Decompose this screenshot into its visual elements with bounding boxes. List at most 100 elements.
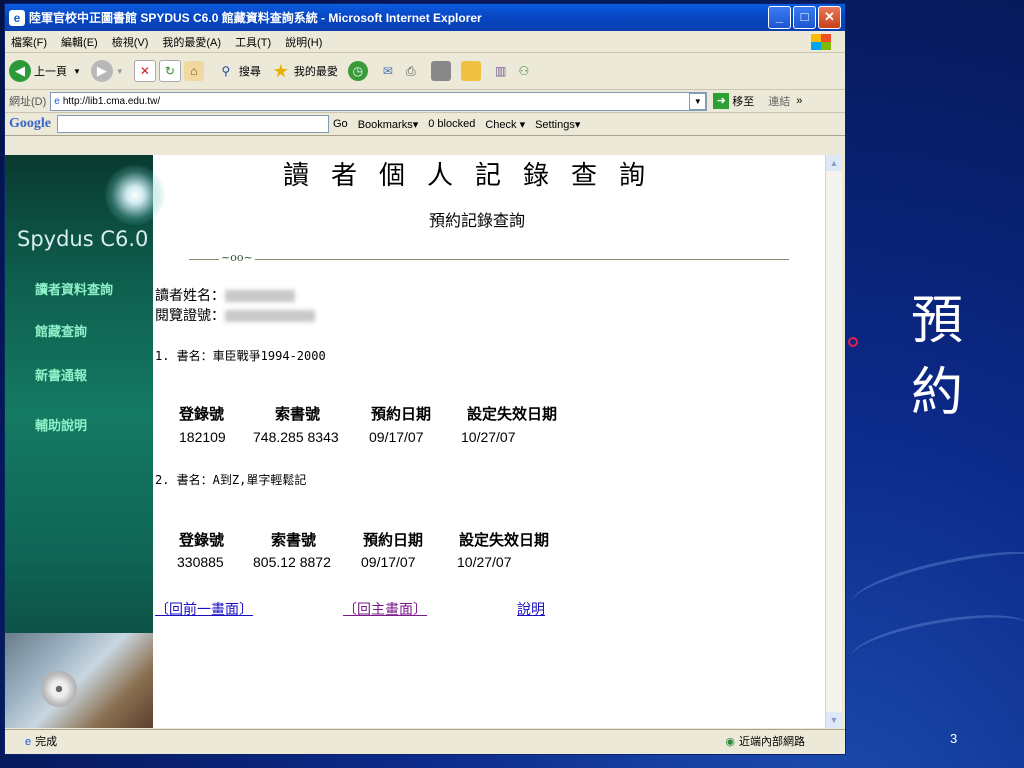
back-arrow-icon: ◀	[9, 60, 31, 82]
book-reg-number: 330885	[177, 554, 224, 570]
window-title: 陸軍官校中正圖書館 SPYDUS C6.0 館藏資料查詢系統 - Microso…	[29, 11, 482, 25]
security-zone: ◉ 近端內部網路	[725, 733, 805, 749]
slide-number: 3	[950, 731, 958, 746]
google-check-button[interactable]: Check ▾	[485, 118, 525, 131]
go-button[interactable]: ➜ 移至	[713, 93, 754, 109]
google-blocked-button[interactable]: 0 blocked	[428, 118, 475, 130]
google-logo: Google	[9, 116, 51, 131]
column-header-call: 索書號	[271, 531, 317, 549]
address-dropdown-icon[interactable]: ▼	[689, 92, 707, 110]
sidebar-item-collection-query[interactable]: 館藏查詢	[35, 321, 87, 340]
card-number-label: 閱覽證號：	[155, 308, 225, 324]
sidebar-item-reader-query[interactable]: 讀者資料查詢	[35, 279, 113, 298]
links-button[interactable]: 連結	[768, 93, 790, 109]
sidebar-brand: Spydus C6.0	[17, 227, 149, 251]
page-content: Spydus C6.0 讀者資料查詢 館藏查詢 新書通報 輔助說明 讀者個人記錄…	[5, 155, 825, 728]
mail-icon[interactable]: ✉	[378, 61, 398, 81]
vertical-scrollbar[interactable]: ▲ ▼	[825, 155, 842, 728]
messenger-icon[interactable]: ⚇	[514, 61, 534, 81]
refresh-icon[interactable]: ↻	[158, 60, 181, 82]
back-label: 上一頁	[34, 66, 67, 78]
book-reserve-date: 09/17/07	[369, 429, 424, 445]
sidebar: Spydus C6.0 讀者資料查詢 館藏查詢 新書通報 輔助說明	[5, 155, 165, 728]
minimize-button[interactable]: _	[768, 6, 791, 29]
google-go-button[interactable]: Go	[333, 118, 348, 130]
ie-icon: e	[9, 9, 25, 26]
sidebar-item-help[interactable]: 輔助說明	[35, 415, 87, 434]
book-reserve-date: 09/17/07	[361, 554, 416, 570]
menu-help[interactable]: 說明(H)	[285, 34, 322, 50]
chevron-right-icon[interactable]: »	[796, 95, 802, 107]
browser-window: e 陸軍官校中正圖書館 SPYDUS C6.0 館藏資料查詢系統 - Micro…	[4, 3, 846, 755]
close-button[interactable]: ✕	[818, 6, 841, 29]
zone-label: 近端內部網路	[739, 736, 805, 748]
address-url: http://lib1.cma.edu.tw/	[62, 95, 161, 107]
book-reg-number: 182109	[179, 429, 226, 445]
google-settings-button[interactable]: Settings▾	[535, 118, 580, 131]
background-swoosh	[847, 539, 1024, 624]
print-icon[interactable]: ⎙	[401, 61, 421, 81]
sidebar-item-new-books[interactable]: 新書通報	[35, 365, 87, 384]
forward-dropdown-icon[interactable]: ▼	[116, 67, 124, 76]
cd-disc-image	[41, 671, 77, 707]
card-number-redacted	[225, 310, 315, 322]
stop-icon[interactable]: ✕	[133, 60, 156, 82]
edit-icon[interactable]	[430, 61, 451, 81]
book-call-number: 805.12 8872	[253, 554, 331, 570]
column-header-expire: 設定失效日期	[467, 405, 558, 423]
status-done: 完成	[35, 736, 58, 748]
main-panel: 讀者個人記錄查詢 預約記錄查詢 ~oo~ 讀者姓名： 閱覽證號： 1. 書名：車…	[153, 155, 825, 728]
divider-ornament: ~oo~	[219, 251, 255, 264]
search-button[interactable]: ⚲ 搜尋	[216, 61, 261, 81]
address-label: 網址(D)	[9, 96, 47, 108]
search-icon: ⚲	[221, 64, 231, 78]
address-bar: 網址(D) e http://lib1.cma.edu.tw/ ▼ ➜ 移至 連…	[5, 90, 845, 113]
page-status-icon: e	[25, 736, 32, 748]
book-title: 2. 書名：A到Z,單字輕鬆記	[155, 473, 307, 487]
maximize-button[interactable]: □	[793, 6, 816, 29]
go-label: 移至	[732, 96, 755, 108]
google-toolbar: Google Go Bookmarks▾ 0 blocked Check ▾ S…	[5, 113, 845, 136]
folder-icon[interactable]	[460, 61, 481, 81]
address-input[interactable]: e http://lib1.cma.edu.tw/ ▼	[50, 91, 708, 111]
intranet-icon: ◉	[725, 736, 735, 748]
book-call-number: 748.285 8343	[253, 429, 339, 445]
reader-name-row: 讀者姓名：	[155, 285, 295, 305]
forward-button[interactable]: ▶ ▼	[90, 60, 124, 82]
column-header-expire: 設定失效日期	[459, 531, 550, 549]
google-bookmarks-button[interactable]: Bookmarks▾	[358, 118, 419, 131]
book-expire-date: 10/27/07	[461, 429, 516, 445]
help-link[interactable]: 說明	[517, 599, 545, 619]
column-header-reserve: 預約日期	[371, 405, 432, 423]
scroll-up-icon[interactable]: ▲	[826, 155, 842, 171]
research-icon[interactable]: ▥	[491, 61, 511, 81]
back-link[interactable]: 〔回前一畫面〕	[155, 599, 253, 619]
menu-tools[interactable]: 工具(T)	[235, 34, 271, 50]
book-title: 1. 書名：車臣戰爭1994-2000	[155, 349, 326, 363]
menu-edit[interactable]: 編輯(E)	[61, 34, 98, 50]
search-label: 搜尋	[238, 66, 261, 78]
title-bar: e 陸軍官校中正圖書館 SPYDUS C6.0 館藏資料查詢系統 - Micro…	[5, 4, 845, 31]
menu-bar: 檔案(F) 編輯(E) 檢視(V) 我的最愛(A) 工具(T) 說明(H)	[5, 31, 845, 53]
page-title: 讀者個人記錄查詢	[283, 161, 668, 191]
scroll-down-icon[interactable]: ▼	[826, 712, 842, 728]
back-button[interactable]: ◀ 上一頁 ▼	[9, 60, 81, 82]
status-text: e 完成	[5, 733, 565, 749]
favorites-button[interactable]: ★ 我的最愛	[271, 61, 338, 81]
menu-favorites[interactable]: 我的最愛(A)	[162, 34, 221, 50]
home-link[interactable]: 〔回主畫面〕	[343, 599, 427, 619]
home-icon[interactable]: ⌂	[183, 61, 204, 81]
column-header-call: 索書號	[275, 405, 321, 423]
column-header-reg: 登錄號	[179, 531, 225, 549]
google-search-input[interactable]	[57, 115, 329, 133]
background-swoosh	[847, 604, 1024, 679]
book-expire-date: 10/27/07	[457, 554, 512, 570]
history-icon[interactable]: ◷	[347, 61, 368, 81]
back-dropdown-icon[interactable]: ▼	[73, 67, 81, 76]
slide-bullet	[848, 337, 858, 347]
standard-toolbar: ◀ 上一頁 ▼ ▶ ▼ ✕ ↻ ⌂ ⚲ 搜尋 ★ 我的最愛 ◷ ✉ ⎙ ▥ ⚇	[5, 53, 845, 90]
menu-view[interactable]: 檢視(V)	[112, 34, 149, 50]
slide-title: 預約	[910, 291, 963, 423]
menu-file[interactable]: 檔案(F)	[11, 34, 47, 50]
favorites-label: 我的最愛	[293, 66, 338, 78]
